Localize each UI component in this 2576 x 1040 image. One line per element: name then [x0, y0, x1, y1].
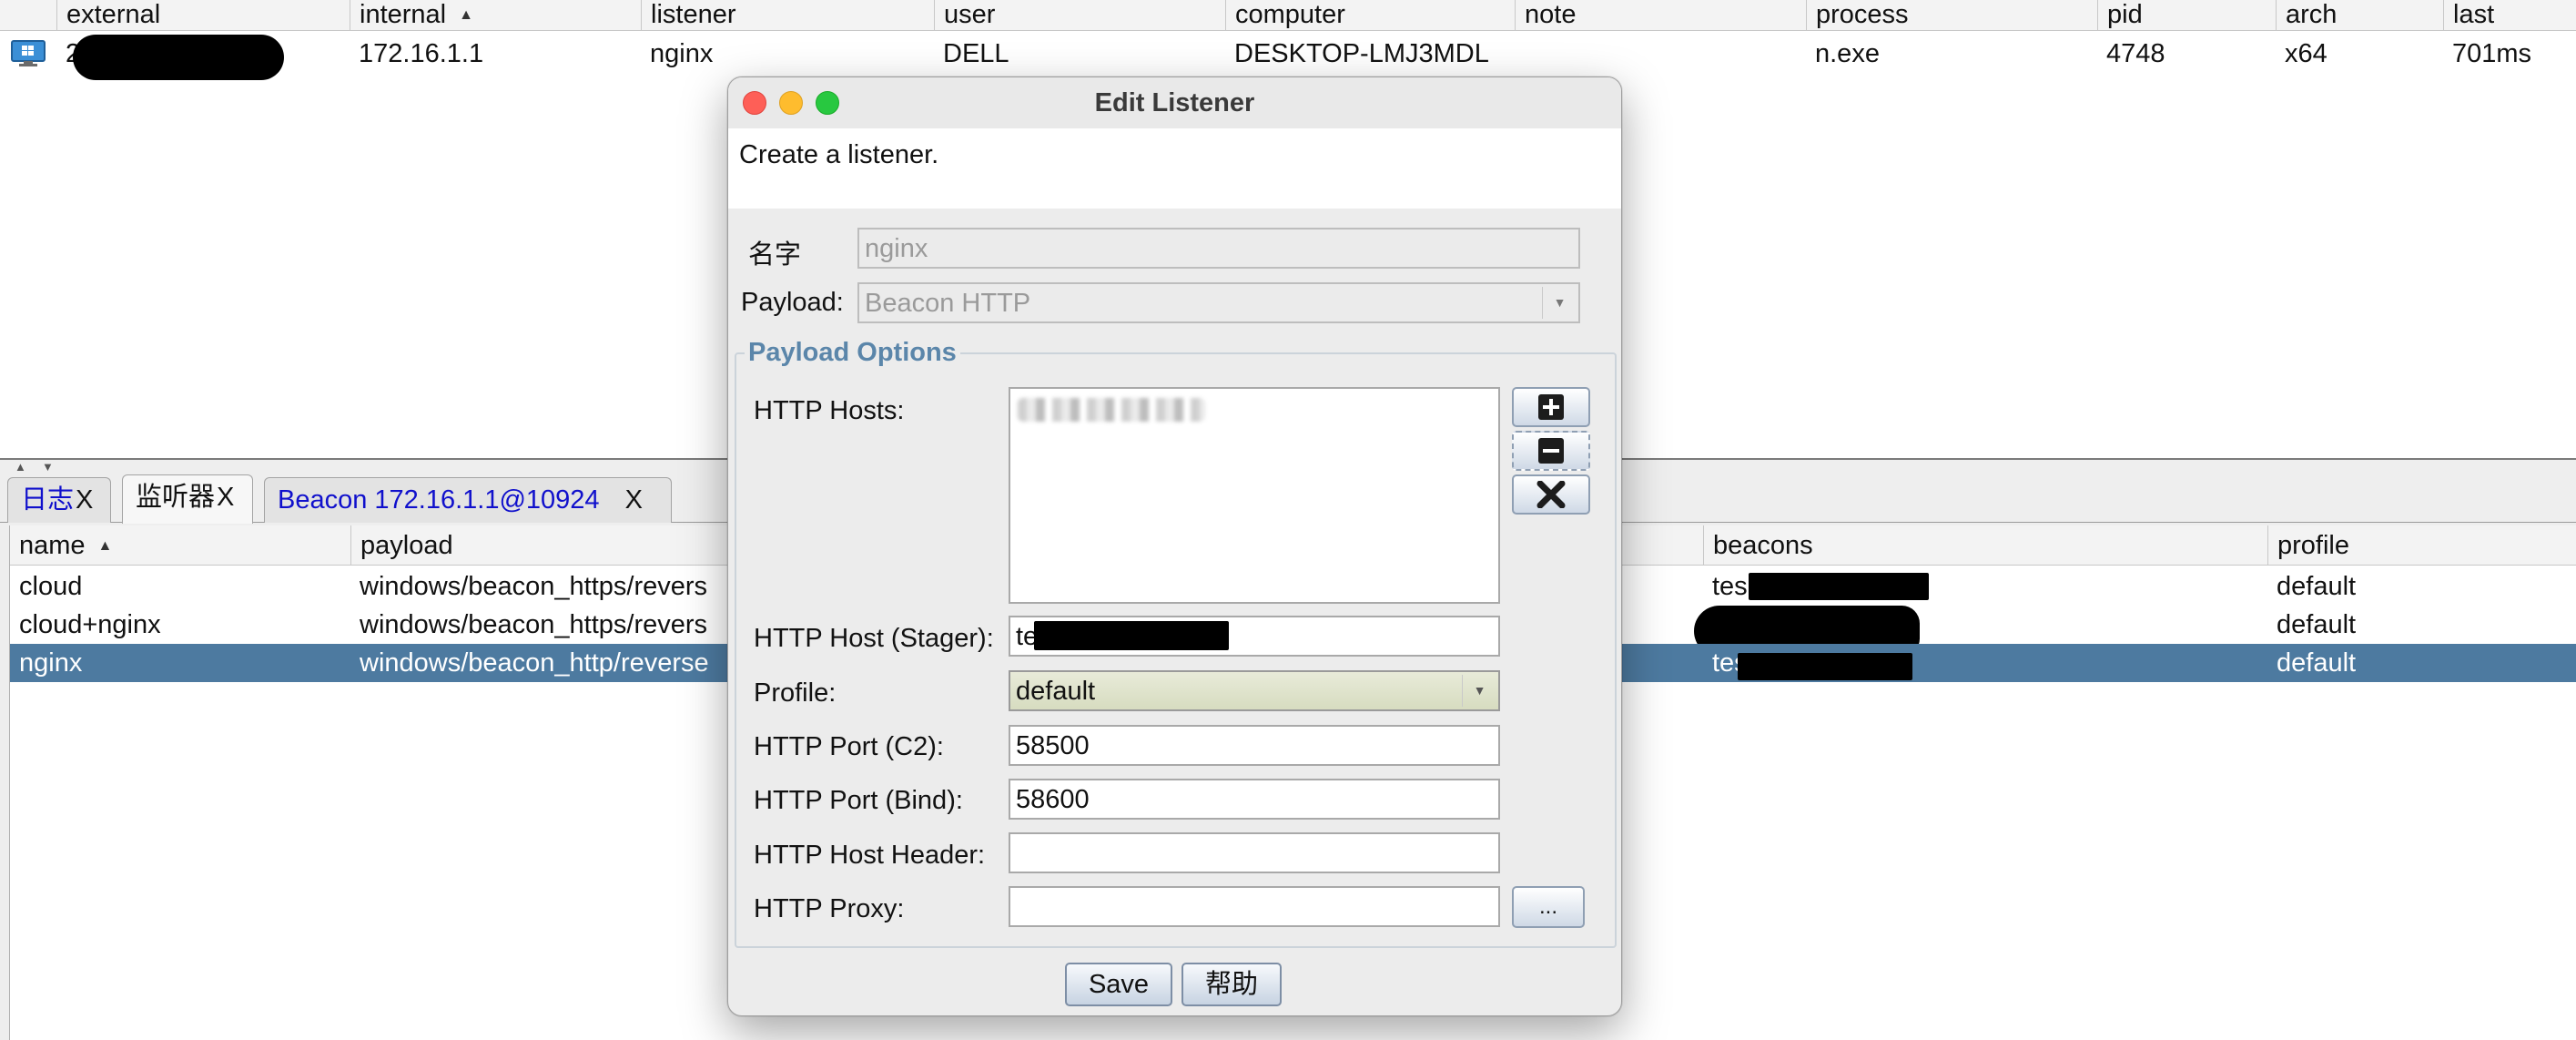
column-computer[interactable]: computer — [1225, 0, 1515, 31]
help-button[interactable]: 帮助 — [1182, 963, 1282, 1006]
chevron-down-icon[interactable]: ▼ — [1542, 287, 1577, 319]
splitter-down-icon[interactable]: ▼ — [42, 460, 54, 474]
cell-name: cloud+nginx — [19, 610, 161, 639]
zoom-window-button[interactable] — [816, 91, 839, 115]
cell-payload: windows/beacon_https/revers — [360, 572, 708, 601]
tab-beacon-label: Beacon 172.16.1.1@10924 — [278, 485, 600, 515]
column-internal[interactable]: internal ▲ — [350, 0, 641, 31]
name-field[interactable]: nginx — [857, 228, 1580, 269]
profile-select-value: default — [1016, 677, 1096, 706]
dialog-titlebar[interactable]: Edit Listener — [728, 77, 1621, 128]
cell-user: DELL — [943, 39, 1009, 68]
column-note[interactable]: note — [1515, 0, 1806, 31]
cell-computer: DESKTOP-LMJ3MDL — [1234, 39, 1489, 68]
cell-listener: nginx — [650, 39, 714, 68]
port-bind-label: HTTP Port (Bind): — [754, 786, 963, 815]
cell-note — [1515, 33, 1524, 75]
sort-ascending-icon: ▲ — [459, 7, 473, 23]
redaction — [73, 35, 284, 80]
payload-select-value: Beacon HTTP — [865, 289, 1031, 318]
column-external[interactable]: external — [56, 0, 350, 31]
save-button[interactable]: Save — [1065, 963, 1172, 1006]
column-last[interactable]: last — [2443, 0, 2576, 31]
minimize-window-button[interactable] — [779, 91, 803, 115]
profile-label: Profile: — [754, 678, 837, 708]
edit-listener-dialog: Edit Listener Create a listener. 名字 ngin… — [727, 76, 1622, 1016]
cell-profile: default — [2277, 648, 2357, 678]
port-c2-field[interactable]: 58500 — [1009, 725, 1500, 766]
dialog-description: Create a listener. — [728, 128, 1621, 209]
clear-hosts-button[interactable] — [1512, 474, 1590, 515]
cell-last: 701ms — [2452, 39, 2532, 68]
tab-listeners[interactable]: 监听器X — [122, 474, 253, 524]
tab-beacon-close[interactable]: X — [625, 485, 643, 515]
cell-profile: default — [2277, 572, 2357, 601]
cell-pid: 4748 — [2106, 39, 2165, 68]
payload-select[interactable]: Beacon HTTP ▼ — [857, 282, 1580, 323]
redaction — [1034, 621, 1229, 650]
sessions-table-header: external internal ▲ listener user compute… — [0, 0, 2576, 31]
proxy-label: HTTP Proxy: — [754, 894, 905, 923]
port-c2-label: HTTP Port (C2): — [754, 732, 944, 761]
http-hosts-list[interactable] — [1009, 387, 1500, 604]
column-beacons[interactable]: beacons — [1703, 525, 2267, 566]
session-row[interactable]: 2 172.16.1.1 nginx DELL DESKTOP-LMJ3MDL … — [0, 33, 2576, 80]
http-hosts-label: HTTP Hosts: — [754, 396, 905, 425]
payload-label: Payload: — [741, 288, 844, 317]
column-name-label: name — [19, 531, 86, 560]
name-label: 名字 — [748, 240, 802, 270]
cell-arch: x64 — [2285, 39, 2328, 68]
cell-process: n.exe — [1815, 39, 1880, 68]
add-host-button[interactable] — [1512, 387, 1590, 427]
windows-monitor-icon — [11, 40, 46, 67]
dialog-title: Edit Listener — [1094, 88, 1255, 117]
tab-listeners-close[interactable]: X — [217, 483, 234, 512]
column-internal-label: internal — [360, 0, 447, 29]
cell-payload: windows/beacon_http/reverse — [360, 648, 709, 678]
column-user[interactable]: user — [934, 0, 1225, 31]
payload-options-title: Payload Options — [745, 338, 960, 368]
column-name[interactable]: name ▲ — [10, 525, 350, 566]
cell-internal: 172.16.1.1 — [359, 39, 484, 68]
tab-beacon[interactable]: Beacon 172.16.1.1@10924 X — [264, 477, 672, 523]
cell-payload: windows/beacon_https/revers — [360, 610, 708, 639]
redaction — [1749, 573, 1929, 600]
profile-select[interactable]: default ▼ — [1009, 670, 1500, 711]
host-header-field[interactable] — [1009, 832, 1500, 873]
chevron-down-icon[interactable]: ▼ — [1462, 675, 1496, 707]
column-process[interactable]: process — [1806, 0, 2097, 31]
plus-icon — [1538, 394, 1564, 420]
minus-icon — [1538, 438, 1564, 464]
redaction — [1738, 653, 1912, 680]
column-pid[interactable]: pid — [2097, 0, 2276, 31]
proxy-field[interactable] — [1009, 886, 1500, 927]
tab-listeners-label: 监听器 — [136, 483, 216, 512]
stager-host-field[interactable]: te — [1009, 616, 1500, 657]
close-window-button[interactable] — [743, 91, 766, 115]
column-listener[interactable]: listener — [641, 0, 934, 31]
cell-beacons: tes — [1712, 572, 1748, 601]
host-header-label: HTTP Host Header: — [754, 841, 986, 870]
stager-label: HTTP Host (Stager): — [754, 624, 994, 653]
tab-log-close[interactable]: X — [76, 485, 93, 515]
column-profile[interactable]: profile — [2267, 525, 2576, 566]
tab-log-label: 日志 — [21, 485, 75, 515]
port-bind-field[interactable]: 58600 — [1009, 779, 1500, 820]
column-arch[interactable]: arch — [2276, 0, 2443, 31]
cell-name: cloud — [19, 572, 83, 601]
blurred-host-entry — [1018, 398, 1205, 422]
tab-log[interactable]: 日志X — [7, 477, 111, 523]
sort-ascending-icon: ▲ — [97, 538, 113, 554]
remove-host-button[interactable] — [1512, 431, 1590, 471]
splitter-up-icon[interactable]: ▲ — [15, 460, 26, 474]
cell-profile: default — [2277, 610, 2357, 639]
proxy-settings-button[interactable]: ... — [1512, 886, 1585, 928]
cell-name: nginx — [19, 648, 83, 678]
x-icon — [1536, 481, 1566, 508]
